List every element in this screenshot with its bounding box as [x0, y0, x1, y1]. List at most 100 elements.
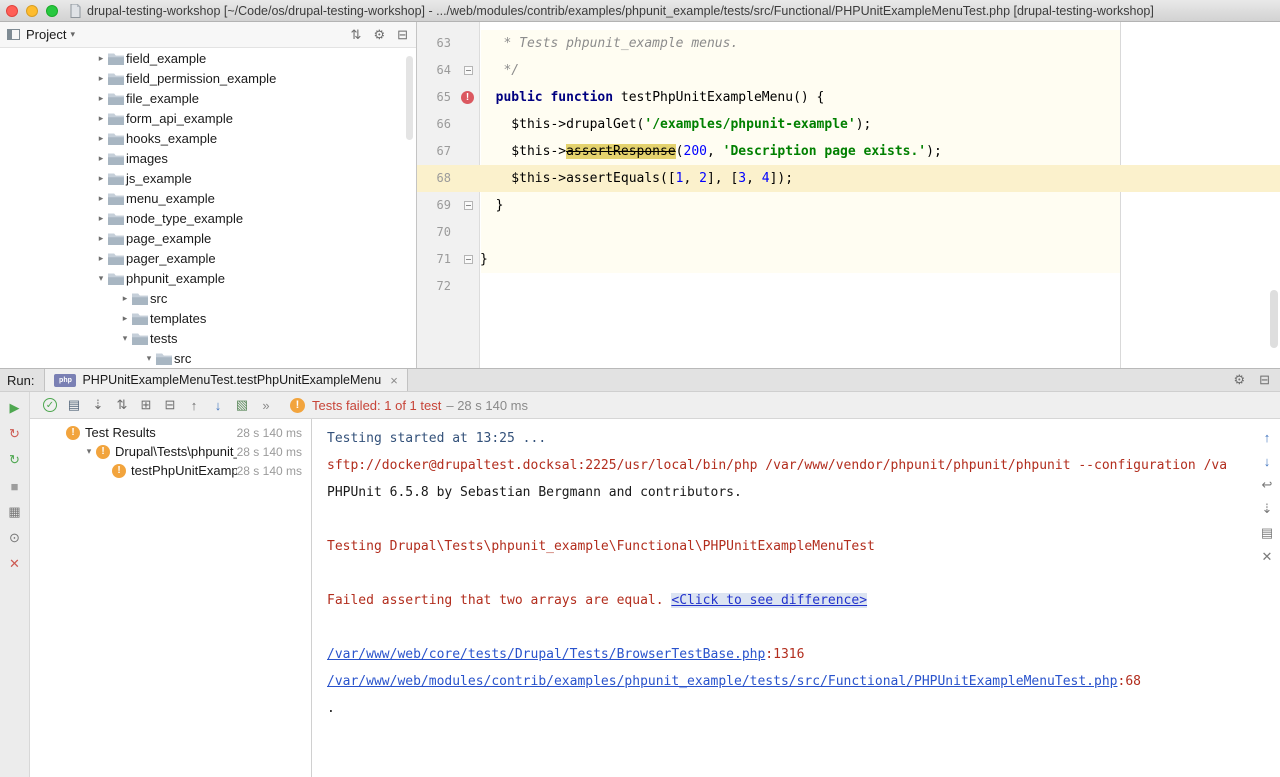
tree-item-label: file_example	[126, 91, 199, 106]
show-output-button[interactable]: ▤	[62, 394, 86, 416]
zoom-window-button[interactable]	[46, 5, 58, 17]
previous-failed-test-button[interactable]: ↑	[182, 394, 206, 416]
clear-console-button[interactable]: ✕	[1259, 549, 1275, 565]
project-tree-item-node_type_example[interactable]: ▸node_type_example	[0, 208, 416, 228]
test-error-icon: !	[112, 464, 126, 478]
project-tree-item-pager_example[interactable]: ▸pager_example	[0, 248, 416, 268]
code-line-64[interactable]: 64 */	[417, 57, 1280, 84]
project-tree-item-src[interactable]: ▸ src	[0, 288, 416, 308]
editor-scrollbar-thumb[interactable]	[1270, 290, 1278, 348]
run-tab[interactable]: php PHPUnitExampleMenuTest.testPhpUnitEx…	[44, 369, 407, 391]
tree-item-label: js_example	[126, 171, 192, 186]
minimize-window-button[interactable]	[26, 5, 38, 17]
project-tree-item-page_example[interactable]: ▸page_example	[0, 228, 416, 248]
code-line-72[interactable]: 72	[417, 273, 1280, 300]
code-line-71[interactable]: 71}	[417, 246, 1280, 273]
pin-tab-button[interactable]: ⊙	[1, 525, 29, 551]
rerun-failed-tests-button[interactable]: ↻	[1, 421, 29, 447]
code-token: $this->	[480, 144, 566, 159]
console-link[interactable]: <Click to see difference>	[671, 593, 867, 608]
tree-collapsed-arrow-icon[interactable]: ▸	[94, 93, 108, 104]
project-tree-item-menu_example[interactable]: ▸menu_example	[0, 188, 416, 208]
settings-gear-icon[interactable]: ⚙	[373, 27, 385, 43]
project-tree-item-js_example[interactable]: ▸ js_example	[0, 168, 416, 188]
close-window-button[interactable]	[6, 5, 18, 17]
test-tree-item[interactable]: !Test Results28 s 140 ms	[30, 423, 311, 442]
next-failed-test-button[interactable]: ↓	[206, 394, 230, 416]
close-tab-icon[interactable]: ×	[390, 374, 398, 387]
export-test-results-button[interactable]: ▧	[230, 394, 254, 416]
tree-item-label: src	[150, 291, 167, 306]
project-scrollbar-thumb[interactable]	[406, 56, 413, 140]
tree-collapsed-arrow-icon[interactable]: ▸	[94, 213, 108, 224]
collapse-all-button[interactable]: ⊟	[158, 394, 182, 416]
stop-button[interactable]: ■	[1, 473, 29, 499]
close-button[interactable]: ✕	[1, 551, 29, 577]
sort-alphabetically-button[interactable]: ⇅	[110, 394, 134, 416]
project-tree-item-templates[interactable]: ▸templates	[0, 308, 416, 328]
line-number: 67	[417, 138, 457, 165]
project-tree-item-hooks_example[interactable]: ▸hooks_example	[0, 128, 416, 148]
prev-occurrence-button[interactable]: ↑	[1259, 429, 1275, 445]
tree-expanded-arrow-icon[interactable]: ▾	[118, 333, 132, 344]
project-tree-item-field_example[interactable]: ▸field_example	[0, 48, 416, 68]
test-tree-item[interactable]: !testPhpUnitExampleM...28 s 140 ms	[30, 461, 311, 480]
fold-marker-icon[interactable]	[464, 255, 473, 264]
restore-layout-button[interactable]: ▦	[1, 499, 29, 525]
project-tree-item-form_api_example[interactable]: ▸form_api_example	[0, 108, 416, 128]
tree-collapsed-arrow-icon[interactable]: ▸	[94, 153, 108, 164]
tree-collapsed-arrow-icon[interactable]: ▸	[118, 313, 132, 324]
hide-panel-icon[interactable]: ⊟	[397, 27, 408, 43]
tree-expanded-arrow-icon[interactable]: ▾	[82, 446, 96, 457]
tree-collapsed-arrow-icon[interactable]: ▸	[94, 193, 108, 204]
code-line-67[interactable]: 67 $this->assertResponse(200, 'Descripti…	[417, 138, 1280, 165]
project-tree-item-src[interactable]: ▾src	[0, 348, 416, 368]
code-line-68[interactable]: 68 $this->assertEquals([1, 2], [3, 4]);	[417, 165, 1280, 192]
tree-collapsed-arrow-icon[interactable]: ▸	[118, 293, 132, 304]
rerun-button[interactable]: ▶	[1, 395, 29, 421]
expand-all-button[interactable]: ⊞	[134, 394, 158, 416]
code-line-63[interactable]: 63 * Tests phpunit_example menus.	[417, 30, 1280, 57]
project-tree-item-tests[interactable]: ▾tests	[0, 328, 416, 348]
fold-marker-icon[interactable]	[464, 66, 473, 75]
project-tree-item-field_permission_example[interactable]: ▸field_permission_example	[0, 68, 416, 88]
more-chevron-icon[interactable]: »	[254, 394, 278, 416]
print-console-button[interactable]: ▤	[1259, 525, 1275, 541]
scroll-to-end-button[interactable]: ⇣	[1259, 501, 1275, 517]
console-link[interactable]: /var/www/web/core/tests/Drupal/Tests/Bro…	[327, 647, 765, 662]
tree-collapsed-arrow-icon[interactable]: ▸	[94, 53, 108, 64]
test-tree-item[interactable]: ▾!Drupal\Tests\phpunit_ex...28 s 140 ms	[30, 442, 311, 461]
soft-wrap-button[interactable]: ↩	[1259, 477, 1275, 493]
code-token: $this->assertEquals([	[480, 171, 676, 186]
project-tree-item-phpunit_example[interactable]: ▾phpunit_example	[0, 268, 416, 288]
toggle-auto-test-button[interactable]: ↻	[1, 447, 29, 473]
console-link[interactable]: /var/www/web/modules/contrib/examples/ph…	[327, 674, 1118, 689]
hide-panel-icon[interactable]: ⊟	[1259, 372, 1270, 388]
tree-collapsed-arrow-icon[interactable]: ▸	[94, 253, 108, 264]
tree-collapsed-arrow-icon[interactable]: ▸	[94, 173, 108, 184]
tree-collapsed-arrow-icon[interactable]: ▸	[94, 113, 108, 124]
code-line-65[interactable]: 65! public function testPhpUnitExampleMe…	[417, 84, 1280, 111]
chevron-down-icon[interactable]: ▾	[70, 29, 75, 40]
settings-gear-icon[interactable]: ⚙	[1233, 372, 1245, 388]
fold-marker-icon[interactable]	[464, 201, 473, 210]
sort-by-duration-button[interactable]: ⇣	[86, 394, 110, 416]
code-text: public function testPhpUnitExampleMenu()…	[480, 84, 1280, 111]
code-line-70[interactable]: 70	[417, 219, 1280, 246]
tests-time-text: – 28 s 140 ms	[446, 398, 528, 413]
show-passed-button[interactable]: ✓	[38, 394, 62, 416]
tree-expanded-arrow-icon[interactable]: ▾	[94, 273, 108, 284]
collapse-all-icon[interactable]: ⇅	[351, 27, 362, 43]
failed-test-gutter-icon[interactable]: !	[461, 91, 474, 104]
code-line-69[interactable]: 69 }	[417, 192, 1280, 219]
tree-collapsed-arrow-icon[interactable]: ▸	[94, 73, 108, 84]
code-line-66[interactable]: 66 $this->drupalGet('/examples/phpunit-e…	[417, 111, 1280, 138]
project-tree-item-images[interactable]: ▸images	[0, 148, 416, 168]
code-editor[interactable]: 63 * Tests phpunit_example menus.64 */65…	[417, 22, 1280, 368]
project-panel-title[interactable]: Project	[26, 27, 66, 42]
tree-collapsed-arrow-icon[interactable]: ▸	[94, 233, 108, 244]
tree-collapsed-arrow-icon[interactable]: ▸	[94, 133, 108, 144]
tree-expanded-arrow-icon[interactable]: ▾	[142, 353, 156, 364]
next-occurrence-button[interactable]: ↓	[1259, 453, 1275, 469]
project-tree-item-file_example[interactable]: ▸ file_example	[0, 88, 416, 108]
